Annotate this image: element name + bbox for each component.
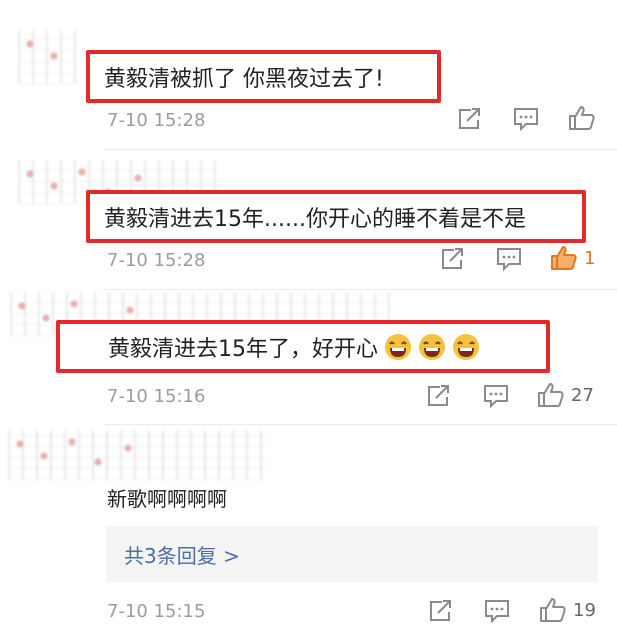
like-icon — [551, 246, 577, 270]
laugh-emoji-icon — [453, 333, 479, 360]
share-icon — [428, 385, 449, 406]
like-count: 27 — [571, 384, 594, 406]
comment-time: 7-10 15:28 — [107, 110, 206, 131]
like-icon — [569, 106, 595, 130]
comment-icon — [485, 600, 509, 623]
share-button[interactable] — [426, 384, 452, 408]
like-button[interactable]: 19 — [539, 597, 596, 623]
blurred-username — [18, 30, 78, 84]
comment-icon — [514, 108, 538, 131]
like-count: 19 — [573, 599, 596, 621]
laugh-emoji-icon — [419, 333, 445, 360]
comment-button[interactable] — [513, 107, 539, 131]
comment-button[interactable] — [483, 384, 509, 408]
share-icon — [430, 600, 451, 621]
comment-time: 7-10 15:28 — [107, 250, 206, 271]
like-button-active[interactable]: 1 — [550, 245, 595, 271]
laugh-emoji-icon — [385, 333, 411, 360]
comment-text: 新歌啊啊啊啊 — [107, 487, 227, 511]
comment-button[interactable] — [496, 247, 522, 271]
view-replies-link[interactable]: 共3条回复 > — [106, 526, 598, 582]
comment-text-highlight: 黄毅清进去15年......你开心的睡不着是不是 — [86, 190, 586, 243]
share-button[interactable] — [428, 599, 454, 623]
comment-time: 7-10 15:15 — [107, 601, 206, 622]
comment-text: 黄毅清进去15年......你开心的睡不着是不是 — [104, 206, 526, 232]
blurred-username — [8, 430, 268, 480]
share-icon — [442, 248, 463, 269]
comment-item: 黄毅清进去15年......你开心的睡不着是不是 7-10 15:28 1 — [0, 150, 617, 290]
comment-text: 黄毅清被抓了 你黑夜过去了! — [104, 66, 384, 92]
share-icon — [459, 108, 480, 129]
comment-item: 黄毅清进去15年了，好开心 7-10 15:16 27 — [0, 290, 617, 425]
comment-button[interactable] — [484, 599, 510, 623]
comment-text-highlight: 黄毅清进去15年了，好开心 — [56, 320, 550, 373]
comment-icon — [484, 385, 508, 408]
share-button[interactable] — [457, 107, 483, 131]
like-button[interactable] — [568, 105, 602, 131]
comment-text-highlight: 黄毅清被抓了 你黑夜过去了! — [86, 50, 441, 103]
comment-icon — [497, 248, 521, 271]
like-icon — [540, 598, 566, 622]
comment-time: 7-10 15:16 — [107, 386, 206, 407]
share-button[interactable] — [440, 247, 466, 271]
comment-item: 黄毅清被抓了 你黑夜过去了! 7-10 15:28 — [0, 0, 617, 150]
like-icon — [538, 383, 564, 407]
replies-label: 共3条回复 > — [124, 543, 240, 568]
like-count: 1 — [584, 247, 596, 269]
comment-text: 黄毅清进去15年了，好开心 — [108, 336, 378, 362]
like-button[interactable]: 27 — [537, 382, 594, 408]
